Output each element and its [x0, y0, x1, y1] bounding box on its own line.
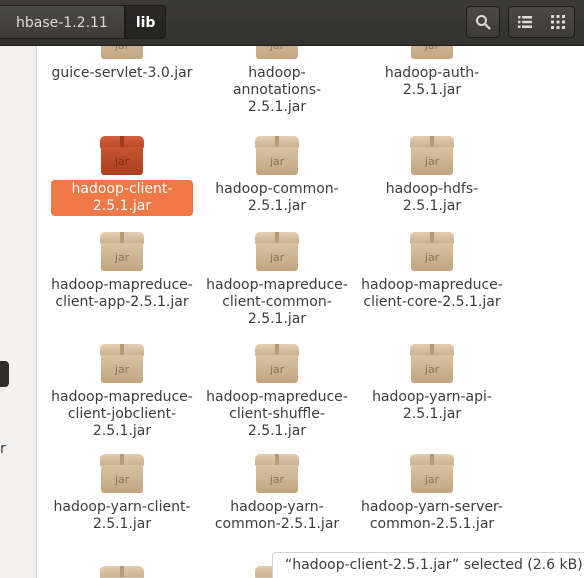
file-item[interactable]: jar hadoop-yarn-api-2.5.1.jar [357, 344, 507, 424]
jar-archive-icon: jar [255, 454, 299, 494]
file-type-tag: jar [269, 251, 285, 264]
jar-archive-icon: jar [410, 46, 454, 60]
grid-view-icon [550, 15, 565, 29]
breadcrumb-lib[interactable]: lib [124, 5, 167, 39]
file-name-label: hadoop-mapreduce-client-common-2.5.1.jar [206, 277, 348, 327]
jar-archive-icon: jar [255, 46, 299, 60]
file-item[interactable]: jar hadoop-yarn-common-2.5.1.jar [202, 454, 352, 534]
file-name-label: hadoop-mapreduce-client-jobclient-2.5.1.… [51, 389, 193, 439]
file-type-tag: jar [424, 363, 440, 376]
file-name-label: hadoop-yarn-client-2.5.1.jar [53, 499, 191, 532]
grid-view-button[interactable] [541, 6, 575, 38]
file-item-partial[interactable] [47, 566, 197, 578]
file-item[interactable]: jar hadoop-mapreduce-client-jobclient-2.5… [47, 344, 197, 441]
file-name-label: hadoop-mapreduce-client-shuffle-2.5.1.ja… [206, 389, 348, 439]
list-view-icon [518, 16, 532, 28]
file-type-tag: jar [255, 46, 299, 52]
file-type-tag: jar [269, 363, 285, 376]
file-item[interactable]: jar hadoop-mapreduce-client-shuffle-2.5.1… [202, 344, 352, 441]
file-type-tag: jar [100, 46, 144, 52]
jar-archive-icon: jar [100, 136, 144, 176]
file-item[interactable]: jar hadoop-mapreduce-client-common-2.5.1.… [202, 232, 352, 329]
file-item[interactable]: jar hadoop-auth-2.5.1.jar [357, 46, 507, 100]
jar-archive-icon: jar [410, 232, 454, 272]
file-name-label: hadoop-client-2.5.1.jar [51, 180, 193, 216]
file-item[interactable]: jar hadoop-client-2.5.1.jar [47, 136, 197, 216]
search-icon [476, 15, 491, 30]
breadcrumb-hbase[interactable]: hbase-1.2.11 [0, 5, 125, 39]
header-bar: hbase-1.2.11 lib [0, 0, 584, 46]
file-type-tag: jar [269, 473, 285, 486]
file-grid[interactable]: jar guice-servlet-3.0.jar jar hadoop-annota… [37, 46, 584, 578]
file-item[interactable]: jar hadoop-annotations-2.5.1.jar [202, 46, 352, 117]
file-name-label: hadoop-auth-2.5.1.jar [384, 65, 480, 98]
file-item[interactable]: jar hadoop-mapreduce-client-core-2.5.1.ja… [357, 232, 507, 312]
jar-archive-icon: jar [410, 454, 454, 494]
file-type-tag: jar [424, 155, 440, 168]
file-name-label: hadoop-hdfs-2.5.1.jar [385, 181, 479, 214]
file-item[interactable]: jar guice-servlet-3.0.jar [47, 46, 197, 83]
jar-archive-icon: jar [100, 232, 144, 272]
jar-archive-icon: jar [410, 136, 454, 176]
search-button[interactable] [466, 6, 500, 38]
file-name-label: hadoop-annotations-2.5.1.jar [232, 65, 322, 115]
jar-archive-icon [100, 566, 144, 578]
file-item[interactable]: jar hadoop-yarn-client-2.5.1.jar [47, 454, 197, 534]
jar-archive-icon: jar [410, 344, 454, 384]
file-type-tag: jar [114, 155, 130, 168]
sidebar: r [0, 46, 37, 578]
file-name-label: guice-servlet-3.0.jar [51, 65, 193, 81]
file-item[interactable]: jar hadoop-mapreduce-client-app-2.5.1.jar [47, 232, 197, 312]
sidebar-selected-item[interactable] [0, 361, 9, 387]
jar-archive-icon: jar [255, 344, 299, 384]
file-name-label: hadoop-mapreduce-client-core-2.5.1.jar [361, 277, 503, 310]
sidebar-item-label[interactable]: r [0, 441, 6, 457]
list-view-button[interactable] [508, 6, 542, 38]
file-name-label: hadoop-yarn-api-2.5.1.jar [372, 389, 492, 422]
file-name-label: hadoop-common-2.5.1.jar [215, 181, 339, 214]
path-bar: hbase-1.2.11 lib [0, 5, 167, 39]
file-type-tag: jar [114, 251, 130, 264]
file-item[interactable]: jar hadoop-yarn-server-common-2.5.1.jar [357, 454, 507, 534]
file-manager-window: hbase-1.2.11 lib r guice-servlet-3.0.jar… [0, 0, 584, 578]
file-type-tag: jar [410, 46, 454, 52]
file-item[interactable]: jar hadoop-common-2.5.1.jar [202, 136, 352, 216]
selection-status: “hadoop-client-2.5.1.jar” selected (2.6 … [272, 552, 584, 578]
file-type-tag: jar [269, 155, 285, 168]
file-type-tag: jar [114, 473, 130, 486]
jar-archive-icon: jar [100, 454, 144, 494]
file-type-tag: jar [424, 251, 440, 264]
file-name-label: hadoop-mapreduce-client-app-2.5.1.jar [51, 277, 193, 310]
jar-archive-icon: jar [100, 46, 144, 60]
file-name-label: hadoop-yarn-server-common-2.5.1.jar [361, 499, 503, 532]
file-type-tag: jar [114, 363, 130, 376]
jar-archive-icon: jar [100, 344, 144, 384]
file-item[interactable]: jar hadoop-hdfs-2.5.1.jar [357, 136, 507, 216]
jar-archive-icon: jar [255, 232, 299, 272]
file-name-label: hadoop-yarn-common-2.5.1.jar [214, 499, 340, 532]
file-type-tag: jar [424, 473, 440, 486]
jar-archive-icon: jar [255, 136, 299, 176]
